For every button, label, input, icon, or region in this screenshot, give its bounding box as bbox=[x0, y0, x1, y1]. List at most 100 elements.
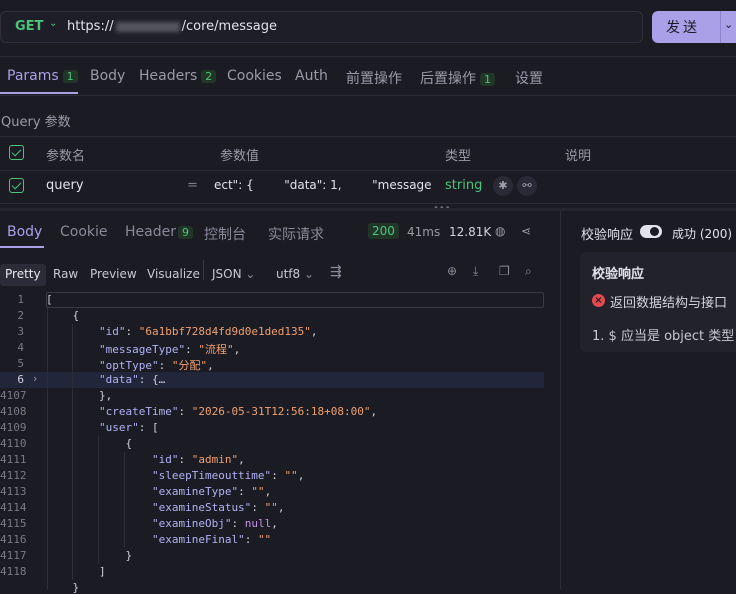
method-select[interactable]: GET bbox=[15, 19, 43, 34]
divider bbox=[0, 203, 736, 204]
url-prefix: https:// bbox=[67, 19, 114, 34]
code-line: "user": [ bbox=[98, 421, 159, 434]
vertical-divider bbox=[560, 211, 561, 590]
line-number: 4110 bbox=[0, 437, 27, 450]
response-time[interactable]: 41ms bbox=[407, 225, 440, 239]
view-visualize[interactable]: Visualize bbox=[142, 264, 205, 286]
view-pretty[interactable]: Pretty bbox=[0, 264, 46, 286]
resp-tab-actual-request[interactable]: 实际请求 bbox=[268, 224, 324, 244]
tab-pre-ops[interactable]: 前置操作 bbox=[346, 68, 402, 88]
line-number: 5 bbox=[17, 357, 24, 370]
globe-icon[interactable]: ◍ bbox=[495, 224, 505, 238]
error-detail: 1. $ 应当是 object 类型 bbox=[592, 329, 735, 344]
send-divider bbox=[720, 11, 721, 43]
tab-params[interactable]: Params 1 bbox=[7, 68, 78, 84]
code-line: "examineStatus": "", bbox=[151, 501, 285, 514]
encoding-select[interactable]: utf8 ⌄ bbox=[271, 264, 319, 286]
divider bbox=[0, 56, 736, 57]
active-tab-indicator bbox=[0, 92, 78, 94]
line-number: 4115 bbox=[0, 517, 27, 530]
line-number: 2 bbox=[17, 309, 24, 322]
select-all-checkbox[interactable] bbox=[9, 145, 24, 160]
chevron-down-icon[interactable]: ⌄ bbox=[724, 18, 733, 31]
row-checkbox[interactable] bbox=[9, 178, 24, 193]
tab-label: Header bbox=[125, 224, 176, 240]
resp-tab-body[interactable]: Body bbox=[7, 224, 42, 240]
col-type-header: 类型 bbox=[445, 149, 472, 164]
upload-icon[interactable]: ⊕ bbox=[447, 264, 457, 278]
view-preview[interactable]: Preview bbox=[85, 264, 142, 286]
url-path: /core/message bbox=[181, 19, 277, 34]
resp-tab-header[interactable]: Header 9 bbox=[125, 224, 193, 240]
count-badge: 1 bbox=[480, 73, 495, 86]
code-line: "data": {… bbox=[98, 373, 166, 386]
wrap-icon[interactable]: ⇶ bbox=[330, 264, 342, 280]
format-label: JSON bbox=[212, 267, 242, 281]
copy-icon[interactable]: ❐ bbox=[499, 264, 510, 278]
equals-sign: = bbox=[187, 178, 198, 193]
code-line: "messageType": "流程", bbox=[98, 343, 241, 356]
divider bbox=[203, 260, 204, 280]
status-badge[interactable]: 200 bbox=[368, 223, 399, 239]
validate-toggle[interactable] bbox=[640, 225, 662, 238]
param-type[interactable]: string bbox=[445, 178, 482, 193]
download-icon[interactable]: ⤓ bbox=[473, 264, 478, 279]
panel-splitter[interactable] bbox=[0, 208, 736, 211]
count-badge: 2 bbox=[201, 70, 217, 83]
required-icon[interactable]: ✱ bbox=[493, 176, 513, 196]
tab-label: Headers bbox=[139, 68, 198, 84]
tab-post-ops[interactable]: 后置操作 1 bbox=[420, 68, 495, 88]
link-icon[interactable]: ⚯ bbox=[517, 176, 537, 196]
tab-settings[interactable]: 设置 bbox=[515, 68, 543, 88]
search-icon[interactable]: ⌕ bbox=[525, 264, 532, 279]
first-line-box bbox=[46, 292, 544, 308]
error-message: 返回数据结构与接口 bbox=[610, 296, 728, 311]
send-button[interactable]: 发送 ⌄ bbox=[652, 11, 736, 43]
line-number: 4 bbox=[17, 341, 24, 354]
section-title: Query 参数 bbox=[1, 115, 71, 130]
code-line: "examineType": "", bbox=[151, 485, 272, 498]
code-line: "id": "6a1bbf728d4fd9d0e1ded135", bbox=[98, 325, 318, 338]
code-line: { bbox=[46, 437, 133, 450]
url-input[interactable]: https:// /core/message bbox=[67, 19, 277, 34]
line-number: 4112 bbox=[0, 469, 27, 482]
fold-chevron-icon[interactable]: › bbox=[33, 372, 37, 385]
line-number: 4117 bbox=[0, 549, 27, 562]
col-name-header: 参数名 bbox=[46, 149, 86, 164]
active-tab-indicator bbox=[0, 246, 44, 248]
code-line: "examineFinal": "" bbox=[151, 533, 272, 546]
code-line: } bbox=[46, 581, 80, 594]
chevron-down-icon[interactable]: ⌄ bbox=[49, 18, 57, 29]
url-bar[interactable]: GET ⌄ https:// /core/message bbox=[0, 11, 643, 43]
line-number: 3 bbox=[17, 325, 24, 338]
code-line: "optType": "分配", bbox=[98, 359, 214, 372]
code-line: "createTime": "2026-05-31T12:56:18+08:00… bbox=[98, 405, 378, 418]
response-size[interactable]: 12.81K bbox=[449, 225, 491, 239]
view-raw[interactable]: Raw bbox=[48, 264, 83, 286]
tab-headers[interactable]: Headers 2 bbox=[139, 68, 217, 84]
code-line: ] bbox=[46, 565, 106, 578]
col-desc-header: 说明 bbox=[565, 149, 592, 164]
line-number: 4111 bbox=[0, 453, 27, 466]
code-line: "examineObj": null, bbox=[151, 517, 278, 530]
line-number: 4118 bbox=[0, 565, 27, 578]
resp-tab-cookie[interactable]: Cookie bbox=[60, 224, 108, 240]
param-name[interactable]: query bbox=[46, 178, 84, 193]
validate-response-label: 校验响应 bbox=[581, 228, 634, 243]
share-icon[interactable]: ⋖ bbox=[521, 224, 531, 238]
line-number: 6 bbox=[17, 373, 24, 386]
tab-auth[interactable]: Auth bbox=[295, 68, 328, 84]
chevron-down-icon: ⌄ bbox=[304, 267, 315, 281]
format-select[interactable]: JSON ⌄ bbox=[207, 264, 260, 286]
divider bbox=[0, 136, 736, 137]
param-value[interactable]: ect": { "data": 1, "message' bbox=[214, 178, 432, 192]
validate-status[interactable]: 成功 (200) bbox=[672, 225, 732, 242]
count-badge: 9 bbox=[177, 226, 193, 239]
tab-body[interactable]: Body bbox=[90, 68, 125, 84]
line-number: 4109 bbox=[0, 421, 27, 434]
tab-cookies[interactable]: Cookies bbox=[227, 68, 282, 84]
code-line: "sleepTimeouttime": "", bbox=[151, 469, 305, 482]
line-number: 4107 bbox=[0, 389, 27, 402]
resp-tab-console[interactable]: 控制台 bbox=[204, 224, 246, 244]
code-line: } bbox=[46, 549, 133, 562]
